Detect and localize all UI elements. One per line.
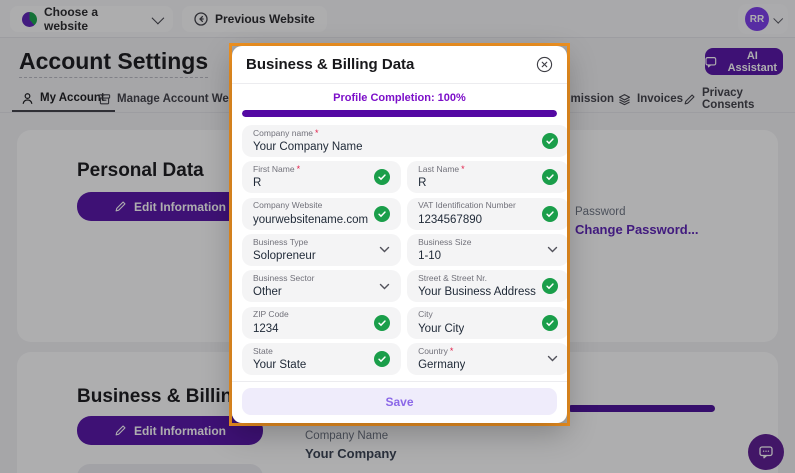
- profile-completion: Profile Completion: 100%: [232, 84, 567, 117]
- close-button[interactable]: [536, 56, 553, 73]
- billing-modal: Business & Billing Data Profile Completi…: [232, 46, 567, 423]
- save-button[interactable]: Save: [242, 388, 557, 415]
- first-name-field[interactable]: First Name*R: [242, 161, 401, 193]
- chevron-down-icon: [379, 283, 390, 290]
- chevron-down-icon: [547, 355, 558, 362]
- business-type-select[interactable]: Business TypeSolopreneur: [242, 234, 401, 266]
- modal-progress-fill: [242, 110, 557, 117]
- valid-check-icon: [374, 315, 390, 331]
- company-name-field[interactable]: Company name*Your Company Name: [242, 125, 567, 157]
- company-website-field[interactable]: Company Websiteyourwebsitename.com: [242, 198, 401, 230]
- valid-check-icon: [374, 169, 390, 185]
- business-size-select[interactable]: Business Size1-10: [407, 234, 567, 266]
- billing-form: Company name*Your Company Name First Nam…: [232, 117, 567, 381]
- zip-code-field[interactable]: ZIP Code1234: [242, 307, 401, 339]
- valid-check-icon: [542, 206, 558, 222]
- modal-title: Business & Billing Data: [246, 56, 414, 73]
- valid-check-icon: [374, 206, 390, 222]
- chevron-down-icon: [547, 246, 558, 253]
- last-name-field[interactable]: Last Name*R: [407, 161, 567, 193]
- country-select[interactable]: Country*Germany: [407, 343, 567, 375]
- valid-check-icon: [542, 169, 558, 185]
- modal-footer: Save: [232, 381, 567, 423]
- valid-check-icon: [542, 278, 558, 294]
- city-field[interactable]: CityYour City: [407, 307, 567, 339]
- vat-number-field[interactable]: VAT Identification Number1234567890: [407, 198, 567, 230]
- modal-header: Business & Billing Data: [232, 46, 567, 84]
- valid-check-icon: [542, 315, 558, 331]
- valid-check-icon: [374, 351, 390, 367]
- close-icon: [536, 56, 553, 73]
- app-screen: Choose a website Previous Website RR Acc…: [0, 0, 795, 473]
- valid-check-icon: [542, 133, 558, 149]
- state-field[interactable]: StateYour State: [242, 343, 401, 375]
- business-sector-select[interactable]: Business SectorOther: [242, 270, 401, 302]
- street-field[interactable]: Street & Street Nr.Your Business Address: [407, 270, 567, 302]
- modal-highlight-frame: Business & Billing Data Profile Completi…: [229, 43, 570, 426]
- profile-completion-label: Profile Completion: 100%: [242, 92, 557, 104]
- chevron-down-icon: [379, 246, 390, 253]
- progress-track: [242, 110, 557, 117]
